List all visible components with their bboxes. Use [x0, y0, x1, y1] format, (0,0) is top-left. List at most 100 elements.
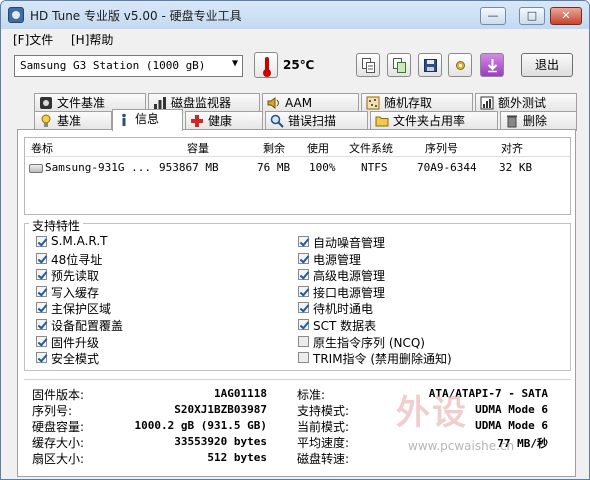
copy-screen-icon [393, 58, 406, 73]
maximize-button[interactable]: □ [519, 7, 545, 25]
features-title: 支持特性 [29, 217, 84, 234]
feature-checkbox[interactable] [298, 352, 309, 364]
close-button[interactable]: ✕ [550, 7, 582, 25]
tab-health[interactable]: 健康 [185, 111, 263, 131]
tab-erase[interactable]: 删除 [500, 111, 577, 131]
col-header-free[interactable]: 剩余 [263, 140, 285, 156]
drive-select[interactable]: Samsung G3 Station (1000 gB) ▼ [14, 55, 243, 77]
download-icon [487, 59, 498, 73]
feature-checkbox[interactable] [36, 335, 47, 347]
info-label: 支持模式: [297, 404, 350, 418]
feature-checkbox[interactable] [36, 319, 47, 330]
minimize-button[interactable]: — [480, 7, 506, 25]
tab-label: 随机存取 [384, 96, 433, 110]
drive-icon [29, 164, 43, 173]
trash-icon [507, 115, 517, 128]
title-bar[interactable]: HD Tune 专业版 v5.00 - 硬盘专业工具 — □ ✕ [1, 1, 589, 29]
volume-label[interactable]: Samsung-931G ... [45, 161, 151, 174]
col-header-capacity[interactable]: 容量 [187, 140, 209, 156]
menu-help[interactable]: [H]帮助 [71, 31, 113, 48]
info-icon [122, 113, 126, 126]
info-value: 512 bytes [207, 451, 267, 464]
feature-label: 原生指令序列 (NCQ) [313, 335, 425, 350]
tab-extra-tests[interactable]: 额外测试 [475, 93, 577, 113]
feature-label: 设备配置覆盖 [51, 319, 124, 333]
feature-checkbox[interactable] [298, 269, 309, 281]
feature-checkbox[interactable] [298, 335, 309, 347]
info-label: 硬盘容量: [32, 420, 85, 434]
health-icon [191, 115, 203, 127]
col-header-volume[interactable]: 卷标 [31, 140, 53, 156]
feature-checkbox[interactable] [36, 269, 47, 281]
save-icon [424, 59, 437, 72]
disk-monitor-icon [154, 97, 166, 109]
options-icon [456, 61, 465, 70]
toolbar: Samsung G3 Station (1000 gB) ▼ 25℃ 退出 [1, 47, 589, 87]
tab-info[interactable]: 信息 [112, 109, 183, 131]
info-label: 当前模式: [297, 420, 350, 434]
feature-checkbox[interactable] [298, 302, 309, 314]
volume-filesystem: NTFS [361, 161, 388, 174]
info-value: S20XJ1BZB03987 [174, 403, 267, 416]
copy-info-icon [362, 58, 375, 73]
window-title: HD Tune 专业版 v5.00 - 硬盘专业工具 [30, 9, 242, 23]
col-header-alignment[interactable]: 对齐 [501, 140, 523, 156]
tab-label: 文件基准 [57, 96, 106, 110]
options-button[interactable] [448, 53, 472, 77]
download-button[interactable] [480, 53, 504, 77]
feature-label: 电源管理 [313, 252, 362, 267]
feature-checkbox[interactable] [298, 252, 309, 264]
volume-alignment: 32 KB [499, 161, 533, 174]
feature-label: S.M.A.R.T [51, 234, 108, 248]
feature-label: 48位寻址 [51, 252, 103, 267]
info-label: 标准: [297, 388, 326, 402]
feature-label: 接口电源管理 [313, 285, 386, 300]
feature-checkbox[interactable] [36, 236, 47, 247]
col-header-used[interactable]: 使用 [307, 140, 329, 156]
feature-checkbox[interactable] [298, 285, 309, 297]
volume-free: 76 MB [257, 161, 291, 174]
menu-file[interactable]: [F]文件 [13, 31, 53, 48]
folder-usage-icon [375, 116, 389, 127]
feature-checkbox[interactable] [298, 319, 309, 330]
col-header-serial[interactable]: 序列号 [425, 140, 458, 156]
benchmark-icon [41, 114, 51, 127]
feature-checkbox[interactable] [36, 252, 47, 264]
col-header-filesystem[interactable]: 文件系统 [349, 140, 393, 156]
tab-error-scan[interactable]: 错误扫描 [265, 111, 368, 131]
feature-checkbox[interactable] [298, 236, 309, 247]
info-value: 1000.2 gB (931.5 GB) [134, 419, 267, 432]
volume-used: 100% [309, 161, 336, 174]
feature-checkbox[interactable] [36, 352, 47, 364]
feature-label: TRIM指令 (禁用删除通知) [313, 352, 452, 367]
tab-benchmark[interactable]: 基准 [34, 111, 112, 131]
info-label: 平均速度: [297, 436, 350, 450]
table-header-divider [25, 156, 570, 157]
tab-folder-usage[interactable]: 文件夹占用率 [370, 111, 498, 131]
feature-label: 写入缓存 [51, 285, 100, 300]
volume-table[interactable] [24, 137, 571, 215]
feature-checkbox[interactable] [36, 302, 47, 314]
menu-bar: [F]文件 [H]帮助 [1, 29, 589, 47]
copy-info-button[interactable] [356, 53, 380, 77]
info-value: 33553920 bytes [174, 435, 267, 448]
copy-screen-button[interactable] [387, 53, 411, 77]
exit-button[interactable]: 退出 [521, 53, 573, 77]
feature-checkbox[interactable] [36, 285, 47, 297]
feature-label: 预先读取 [51, 269, 100, 284]
save-button[interactable] [418, 53, 442, 77]
tab-label: 错误扫描 [288, 114, 337, 128]
tab-aam[interactable]: AAM [262, 93, 359, 113]
tab-label: 健康 [208, 114, 233, 128]
tab-random-access[interactable]: 随机存取 [361, 93, 473, 113]
tab-label: 文件夹占用率 [393, 114, 466, 128]
tab-label: AAM [285, 96, 313, 110]
info-label: 序列号: [32, 404, 73, 418]
speaker-icon [267, 97, 279, 109]
feature-label: 高级电源管理 [313, 269, 386, 284]
tab-label: 额外测试 [498, 96, 547, 110]
info-value: 1AG01118 [214, 387, 267, 400]
volume-capacity: 953867 MB [159, 161, 219, 174]
feature-label: 主保护区域 [51, 302, 112, 317]
error-scan-icon [270, 114, 284, 128]
